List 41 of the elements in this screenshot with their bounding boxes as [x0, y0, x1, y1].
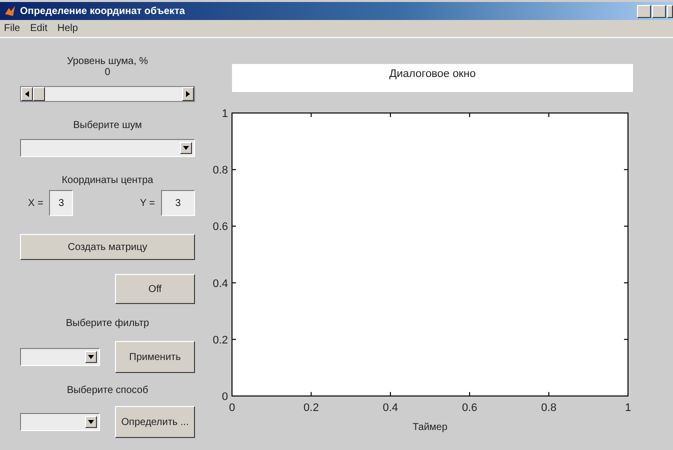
maximize-button[interactable] — [652, 4, 666, 18]
tick-label: 0.8 — [541, 402, 556, 414]
noise-level-label: Уровень шума, % — [66, 56, 150, 67]
create-matrix-button[interactable]: Создать матрицу — [20, 234, 195, 260]
tick-label: 0.6 — [462, 402, 478, 414]
tick-label: 0.4 — [382, 402, 398, 414]
menu-item[interactable]: Edit — [30, 23, 48, 34]
tick-label: 0.2 — [304, 402, 319, 414]
center-label: Координаты центра — [60, 175, 154, 186]
dropdown-arrow-icon — [183, 145, 189, 151]
y-field[interactable]: 3 — [161, 190, 195, 216]
tick-label: 0.2 — [212, 334, 228, 346]
tick-label: 0.6 — [212, 221, 228, 234]
x-label: X = — [28, 198, 44, 208]
dropdown-arrow-icon — [88, 419, 94, 425]
filter-label: Выберите фильтр — [64, 318, 150, 329]
detect-button[interactable]: Определить ... — [115, 406, 195, 438]
dialog-text: Диалоговое окно — [232, 64, 633, 92]
tick-label: 0 — [228, 402, 236, 414]
toggle-button[interactable]: Off — [115, 274, 195, 304]
noise-level-value: 0 — [104, 67, 112, 78]
dropdown-arrow-icon — [88, 354, 94, 360]
dropdown[interactable] — [20, 348, 100, 366]
window-title: Определение координат объекта — [20, 6, 186, 16]
minimize-button[interactable] — [637, 4, 651, 18]
tick-label: 0.8 — [212, 164, 228, 177]
menu-item[interactable]: Help — [57, 23, 78, 34]
x-field[interactable]: 3 — [49, 190, 74, 216]
tick-label: 0 — [222, 391, 228, 403]
apply-button[interactable]: Применить — [115, 341, 195, 373]
tick-label: 1 — [624, 402, 632, 414]
noise-select-label: Выберите шум — [72, 120, 143, 131]
y-label: Y = — [140, 198, 155, 208]
method-label: Выберите способ — [66, 385, 150, 396]
axis-label: Таймер — [412, 422, 448, 433]
menu-item[interactable]: File — [4, 23, 20, 34]
dropdown[interactable] — [20, 413, 100, 431]
app-logo-icon — [4, 5, 16, 17]
close-button[interactable] — [667, 4, 673, 18]
tick-label: 1 — [222, 108, 228, 120]
tick-label: 0.4 — [212, 278, 228, 290]
